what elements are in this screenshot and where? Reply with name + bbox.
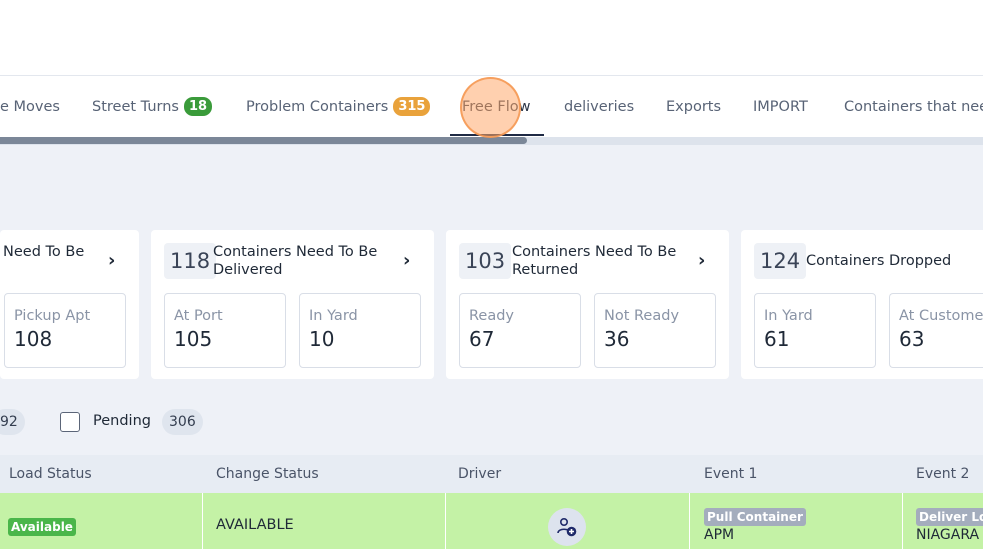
event-1-tag: Pull Container — [704, 508, 806, 526]
stat-box-ready[interactable]: Ready 67 — [459, 293, 581, 368]
stat-label: Pickup Apt — [14, 308, 91, 324]
summary-card-returned: 103 Containers Need To Be Returned › Rea… — [446, 230, 729, 379]
top-header — [0, 0, 983, 76]
change-status-value[interactable]: AVAILABLE — [216, 517, 294, 533]
tab-street-turns[interactable]: Street Turns 18 — [92, 76, 213, 137]
count-badge: 315 — [393, 97, 431, 116]
stat-value: 108 — [14, 327, 53, 351]
event-2-tag: Deliver Loa — [916, 508, 983, 526]
tab-label: Problem Containers — [246, 98, 389, 115]
tab-label: Street Turns — [92, 98, 179, 115]
chevron-right-icon[interactable]: › — [698, 250, 705, 271]
tab-deliveries[interactable]: deliveries — [564, 76, 634, 137]
summary-card-delivered: 118 Containers Need To Be Delivered › At… — [151, 230, 434, 379]
stat-label: At Port — [174, 308, 223, 324]
tab-problem-containers[interactable]: Problem Containers 315 — [246, 76, 431, 137]
tab-label: IMPORT — [753, 98, 808, 115]
stat-label: Not Ready — [604, 308, 680, 324]
card-title: Containers Need To Be Returned — [512, 244, 677, 278]
column-divider — [689, 493, 690, 549]
scrollbar-thumb[interactable] — [0, 137, 527, 144]
tab-label: Containers that nee — [844, 98, 983, 115]
stat-box-pickup-apt[interactable]: Pickup Apt 108 — [4, 293, 126, 368]
column-header-driver[interactable]: Driver — [458, 455, 501, 493]
tab-import[interactable]: IMPORT — [753, 76, 808, 137]
column-header-change-status[interactable]: Change Status — [216, 455, 319, 493]
summary-card-dropped: 124 Containers Dropped In Yard 61 At Cus… — [741, 230, 983, 379]
tab-containers-that-need[interactable]: Containers that nee — [844, 76, 983, 137]
card-title: Containers Dropped — [806, 253, 952, 269]
card-count: 103 — [459, 243, 512, 279]
count-pill: 92 — [0, 409, 25, 435]
table-header: Load Status Change Status Driver Event 1… — [0, 455, 983, 493]
active-tab-indicator — [450, 134, 544, 136]
stat-label: At Customer — [899, 308, 983, 324]
tab-label: deliveries — [564, 98, 635, 115]
card-count: 118 — [164, 243, 217, 279]
stat-label: Ready — [469, 308, 515, 324]
chevron-right-icon[interactable]: › — [108, 250, 115, 271]
tab-label: Exports — [666, 98, 722, 115]
stat-value: 67 — [469, 327, 495, 351]
stat-box-not-ready[interactable]: Not Ready 36 — [594, 293, 716, 368]
tab-moves[interactable]: e Moves — [0, 76, 60, 137]
card-count: 124 — [754, 243, 807, 279]
card-title: Containers Need To Be Delivered — [213, 244, 378, 278]
tab-free-flow[interactable]: Free Flow — [462, 76, 530, 137]
stat-box-at-port[interactable]: At Port 105 — [164, 293, 286, 368]
card-title: Need To Be — [3, 244, 85, 260]
stat-box-in-yard[interactable]: In Yard 10 — [299, 293, 421, 368]
column-header-event-2[interactable]: Event 2 — [916, 455, 969, 493]
assign-driver-icon — [557, 517, 577, 537]
column-divider — [202, 493, 203, 549]
pending-count-pill: 306 — [162, 409, 203, 435]
stat-box-at-customer[interactable]: At Customer 63 — [889, 293, 983, 368]
event-2-location: NIAGARA — [916, 527, 980, 543]
count-badge: 18 — [183, 97, 213, 116]
tab-bar: e Moves Street Turns 18 Problem Containe… — [0, 76, 983, 137]
table-row[interactable]: Available AVAILABLE Pull Container APM D… — [0, 493, 983, 549]
summary-card-need-to-be: Need To Be › Pickup Apt 108 — [0, 230, 139, 379]
stat-label: In Yard — [764, 308, 813, 324]
column-divider — [445, 493, 446, 549]
stat-label: In Yard — [309, 308, 358, 324]
stat-value: 36 — [604, 327, 630, 351]
assign-driver-button[interactable] — [548, 508, 586, 546]
stat-value: 63 — [899, 327, 925, 351]
stat-value: 10 — [309, 327, 335, 351]
pending-checkbox[interactable] — [60, 412, 80, 432]
stat-value: 105 — [174, 327, 213, 351]
tab-label: Free Flow — [462, 98, 531, 115]
event-1-location: APM — [704, 527, 735, 543]
pending-label: Pending — [93, 413, 151, 429]
column-header-event-1[interactable]: Event 1 — [704, 455, 757, 493]
column-header-load-status[interactable]: Load Status — [9, 455, 92, 493]
tab-label: e Moves — [0, 98, 60, 115]
column-divider — [902, 493, 903, 549]
tab-exports[interactable]: Exports — [666, 76, 721, 137]
load-status-badge: Available — [8, 518, 76, 536]
chevron-right-icon[interactable]: › — [403, 250, 410, 271]
stat-box-in-yard[interactable]: In Yard 61 — [754, 293, 876, 368]
stat-value: 61 — [764, 327, 790, 351]
